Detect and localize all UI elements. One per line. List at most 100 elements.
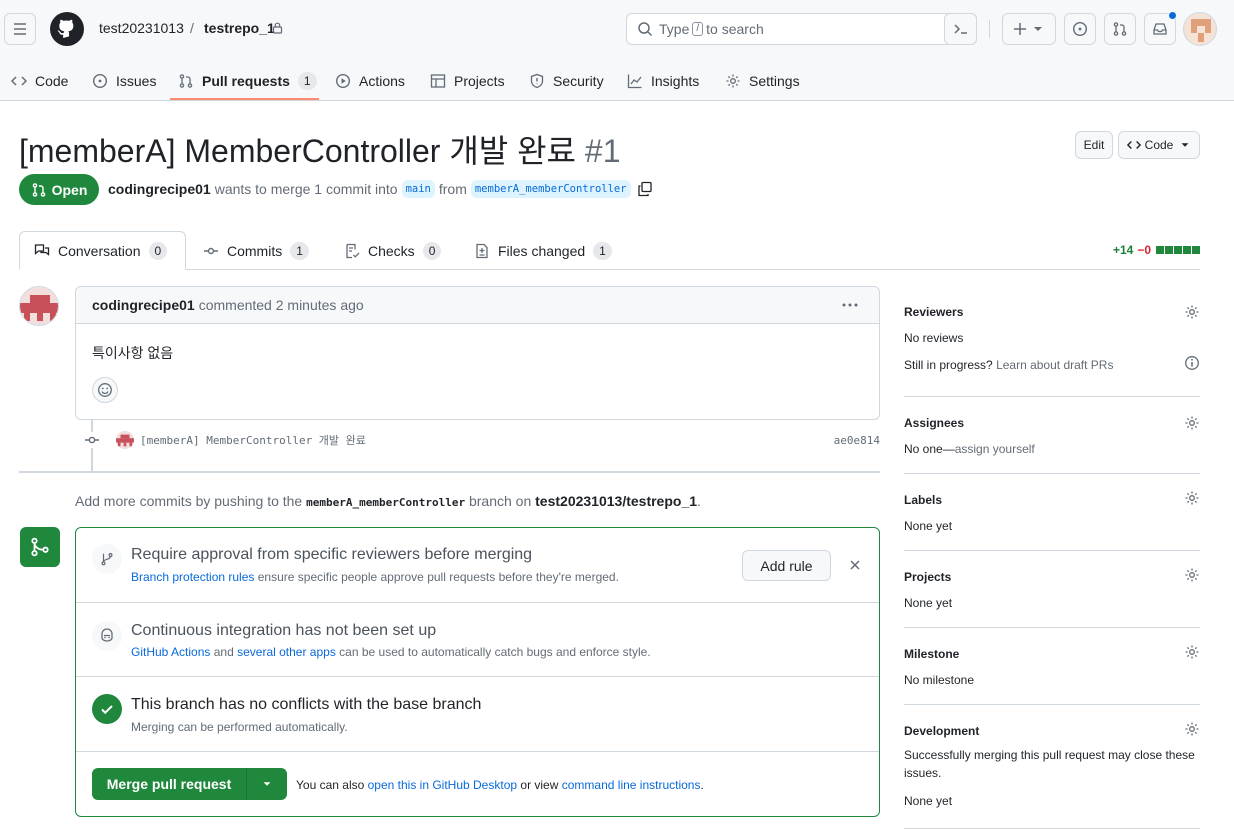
branch-protection-link[interactable]: Branch protection rules <box>131 570 254 584</box>
kebab-horizontal-icon[interactable] <box>841 297 859 313</box>
nav-projects[interactable]: Projects <box>430 62 505 100</box>
hamburger-icon <box>14 23 26 35</box>
merge-section-rules: Require approval from specific reviewers… <box>76 528 879 603</box>
labels-value: None yet <box>904 519 953 533</box>
commit-sha[interactable]: ae0e814 <box>834 434 880 447</box>
github-actions-link[interactable]: GitHub Actions <box>131 645 210 659</box>
nav-actions[interactable]: Actions <box>335 62 405 100</box>
nav-settings[interactable]: Settings <box>725 62 800 100</box>
tab-files-changed[interactable]: Files changed 1 <box>460 231 626 270</box>
search-icon <box>637 21 653 37</box>
labels-heading[interactable]: Labels <box>904 493 1200 507</box>
merge-section-conflicts: This branch has no conflicts with the ba… <box>76 677 879 752</box>
comment-time[interactable]: commented 2 minutes ago <box>199 297 364 313</box>
code-dropdown-button[interactable]: Code <box>1118 131 1200 159</box>
nav-actions-label: Actions <box>359 73 405 89</box>
lock-icon <box>272 22 283 34</box>
nav-settings-label: Settings <box>749 73 800 89</box>
git-pull-request-icon <box>1113 22 1127 36</box>
merge-period: . <box>700 778 704 792</box>
nav-security[interactable]: Security <box>529 62 604 100</box>
merge-pull-request-button[interactable]: Merge pull request <box>92 768 247 800</box>
nav-pull-requests[interactable]: Pull requests 1 <box>178 62 317 100</box>
add-reaction-button[interactable] <box>92 377 118 403</box>
diff-deletions: −0 <box>1137 243 1152 257</box>
tab-commits[interactable]: Commits 1 <box>189 231 323 270</box>
head-branch[interactable]: memberA_memberController <box>470 180 631 198</box>
labels-gear-icon[interactable] <box>1184 490 1200 506</box>
push-repo[interactable]: test20231013/testrepo_1 <box>535 493 697 509</box>
reviewers-heading[interactable]: Reviewers <box>904 305 1200 319</box>
tab-files-changed-count: 1 <box>593 241 612 260</box>
comment-header: codingrecipe01 commented 2 minutes ago <box>76 287 879 324</box>
diffstat: +14 −0 <box>1113 243 1201 257</box>
menu-button[interactable] <box>4 13 36 45</box>
command-palette-button[interactable] <box>944 13 977 45</box>
user-avatar[interactable] <box>1183 12 1217 46</box>
nav-issues-label: Issues <box>116 73 157 89</box>
github-desktop-link[interactable]: open this in GitHub Desktop <box>368 778 517 792</box>
sidebar-reviewers: Reviewers No reviews Still in progress? … <box>904 305 1200 372</box>
other-apps-link[interactable]: several other apps <box>237 645 336 659</box>
tab-conversation-count: 0 <box>148 241 168 260</box>
tab-checks-label: Checks <box>368 242 415 259</box>
assignees-heading[interactable]: Assignees <box>904 416 1200 430</box>
git-pull-request-icon <box>179 74 193 88</box>
add-rule-button[interactable]: Add rule <box>742 550 831 581</box>
merge-alternatives: You can also open this in GitHub Desktop… <box>296 778 704 792</box>
development-value: None yet <box>904 794 953 808</box>
milestone-heading[interactable]: Milestone <box>904 647 1200 661</box>
file-diff-icon <box>476 243 488 258</box>
sidebar-divider <box>904 828 1200 829</box>
nav-code-label: Code <box>35 73 69 89</box>
sidebar-divider <box>904 550 1200 551</box>
development-gear-icon[interactable] <box>1184 721 1200 737</box>
draft-note: Still in progress? Learn about draft PRs <box>904 358 1200 372</box>
assignees-gear-icon[interactable] <box>1184 415 1200 431</box>
milestone-gear-icon[interactable] <box>1184 644 1200 660</box>
command-line-link[interactable]: command line instructions <box>562 778 701 792</box>
tab-files-changed-label: Files changed <box>498 242 586 259</box>
draft-link[interactable]: Learn about draft PRs <box>996 358 1113 372</box>
pr-state-label: Open <box>51 181 88 198</box>
sidebar-assignees: Assignees No one—assign yourself <box>904 416 1200 456</box>
push-period: . <box>697 493 701 509</box>
nav-code[interactable]: Code <box>11 62 68 100</box>
close-icon[interactable] <box>848 558 862 572</box>
breadcrumb-separator: / <box>190 20 194 36</box>
tab-checks[interactable]: Checks 0 <box>330 231 455 270</box>
create-new-button[interactable] <box>1002 13 1056 45</box>
pr-author-link[interactable]: codingrecipe01 <box>108 181 211 197</box>
projects-gear-icon[interactable] <box>1184 567 1200 583</box>
search-input[interactable]: Type / to search <box>626 13 977 45</box>
nav-active-underline <box>170 98 319 100</box>
assign-yourself-link[interactable]: assign yourself <box>955 442 1035 456</box>
comment-author[interactable]: codingrecipe01 <box>92 297 195 313</box>
app-header: test20231013 / testrepo_1 Type / to sear… <box>0 0 1234 101</box>
comment-author-avatar[interactable] <box>19 286 59 326</box>
nav-issues[interactable]: Issues <box>92 62 156 100</box>
pull-requests-button[interactable] <box>1104 13 1136 45</box>
rule-text: ensure specific people approve pull requ… <box>257 570 619 584</box>
nav-insights[interactable]: Insights <box>627 62 699 100</box>
sidebar-milestone: Milestone No milestone <box>904 647 1200 687</box>
merge-method-dropdown[interactable] <box>247 768 287 800</box>
issues-button[interactable] <box>1064 13 1096 45</box>
issue-opened-icon <box>92 73 108 89</box>
copy-icon[interactable] <box>637 181 653 197</box>
rule-subtext: Branch protection rules ensure specific … <box>131 570 619 584</box>
development-heading[interactable]: Development <box>904 724 1200 738</box>
reviewers-gear-icon[interactable] <box>1184 304 1200 320</box>
tab-conversation[interactable]: Conversation 0 <box>19 231 186 270</box>
info-icon[interactable] <box>1184 355 1200 371</box>
base-branch[interactable]: main <box>401 180 435 198</box>
breadcrumb-owner[interactable]: test20231013 <box>99 20 184 36</box>
commit-author-avatar[interactable] <box>116 431 134 449</box>
commit-message[interactable]: [memberA] MemberController 개발 완료 <box>140 432 366 448</box>
github-logo-icon[interactable] <box>50 12 84 46</box>
projects-heading[interactable]: Projects <box>904 570 1200 584</box>
edit-button[interactable]: Edit <box>1075 131 1113 159</box>
breadcrumb-repo[interactable]: testrepo_1 <box>204 20 275 36</box>
diffstat-block <box>1174 246 1183 254</box>
or-view-text: or view <box>520 778 559 792</box>
